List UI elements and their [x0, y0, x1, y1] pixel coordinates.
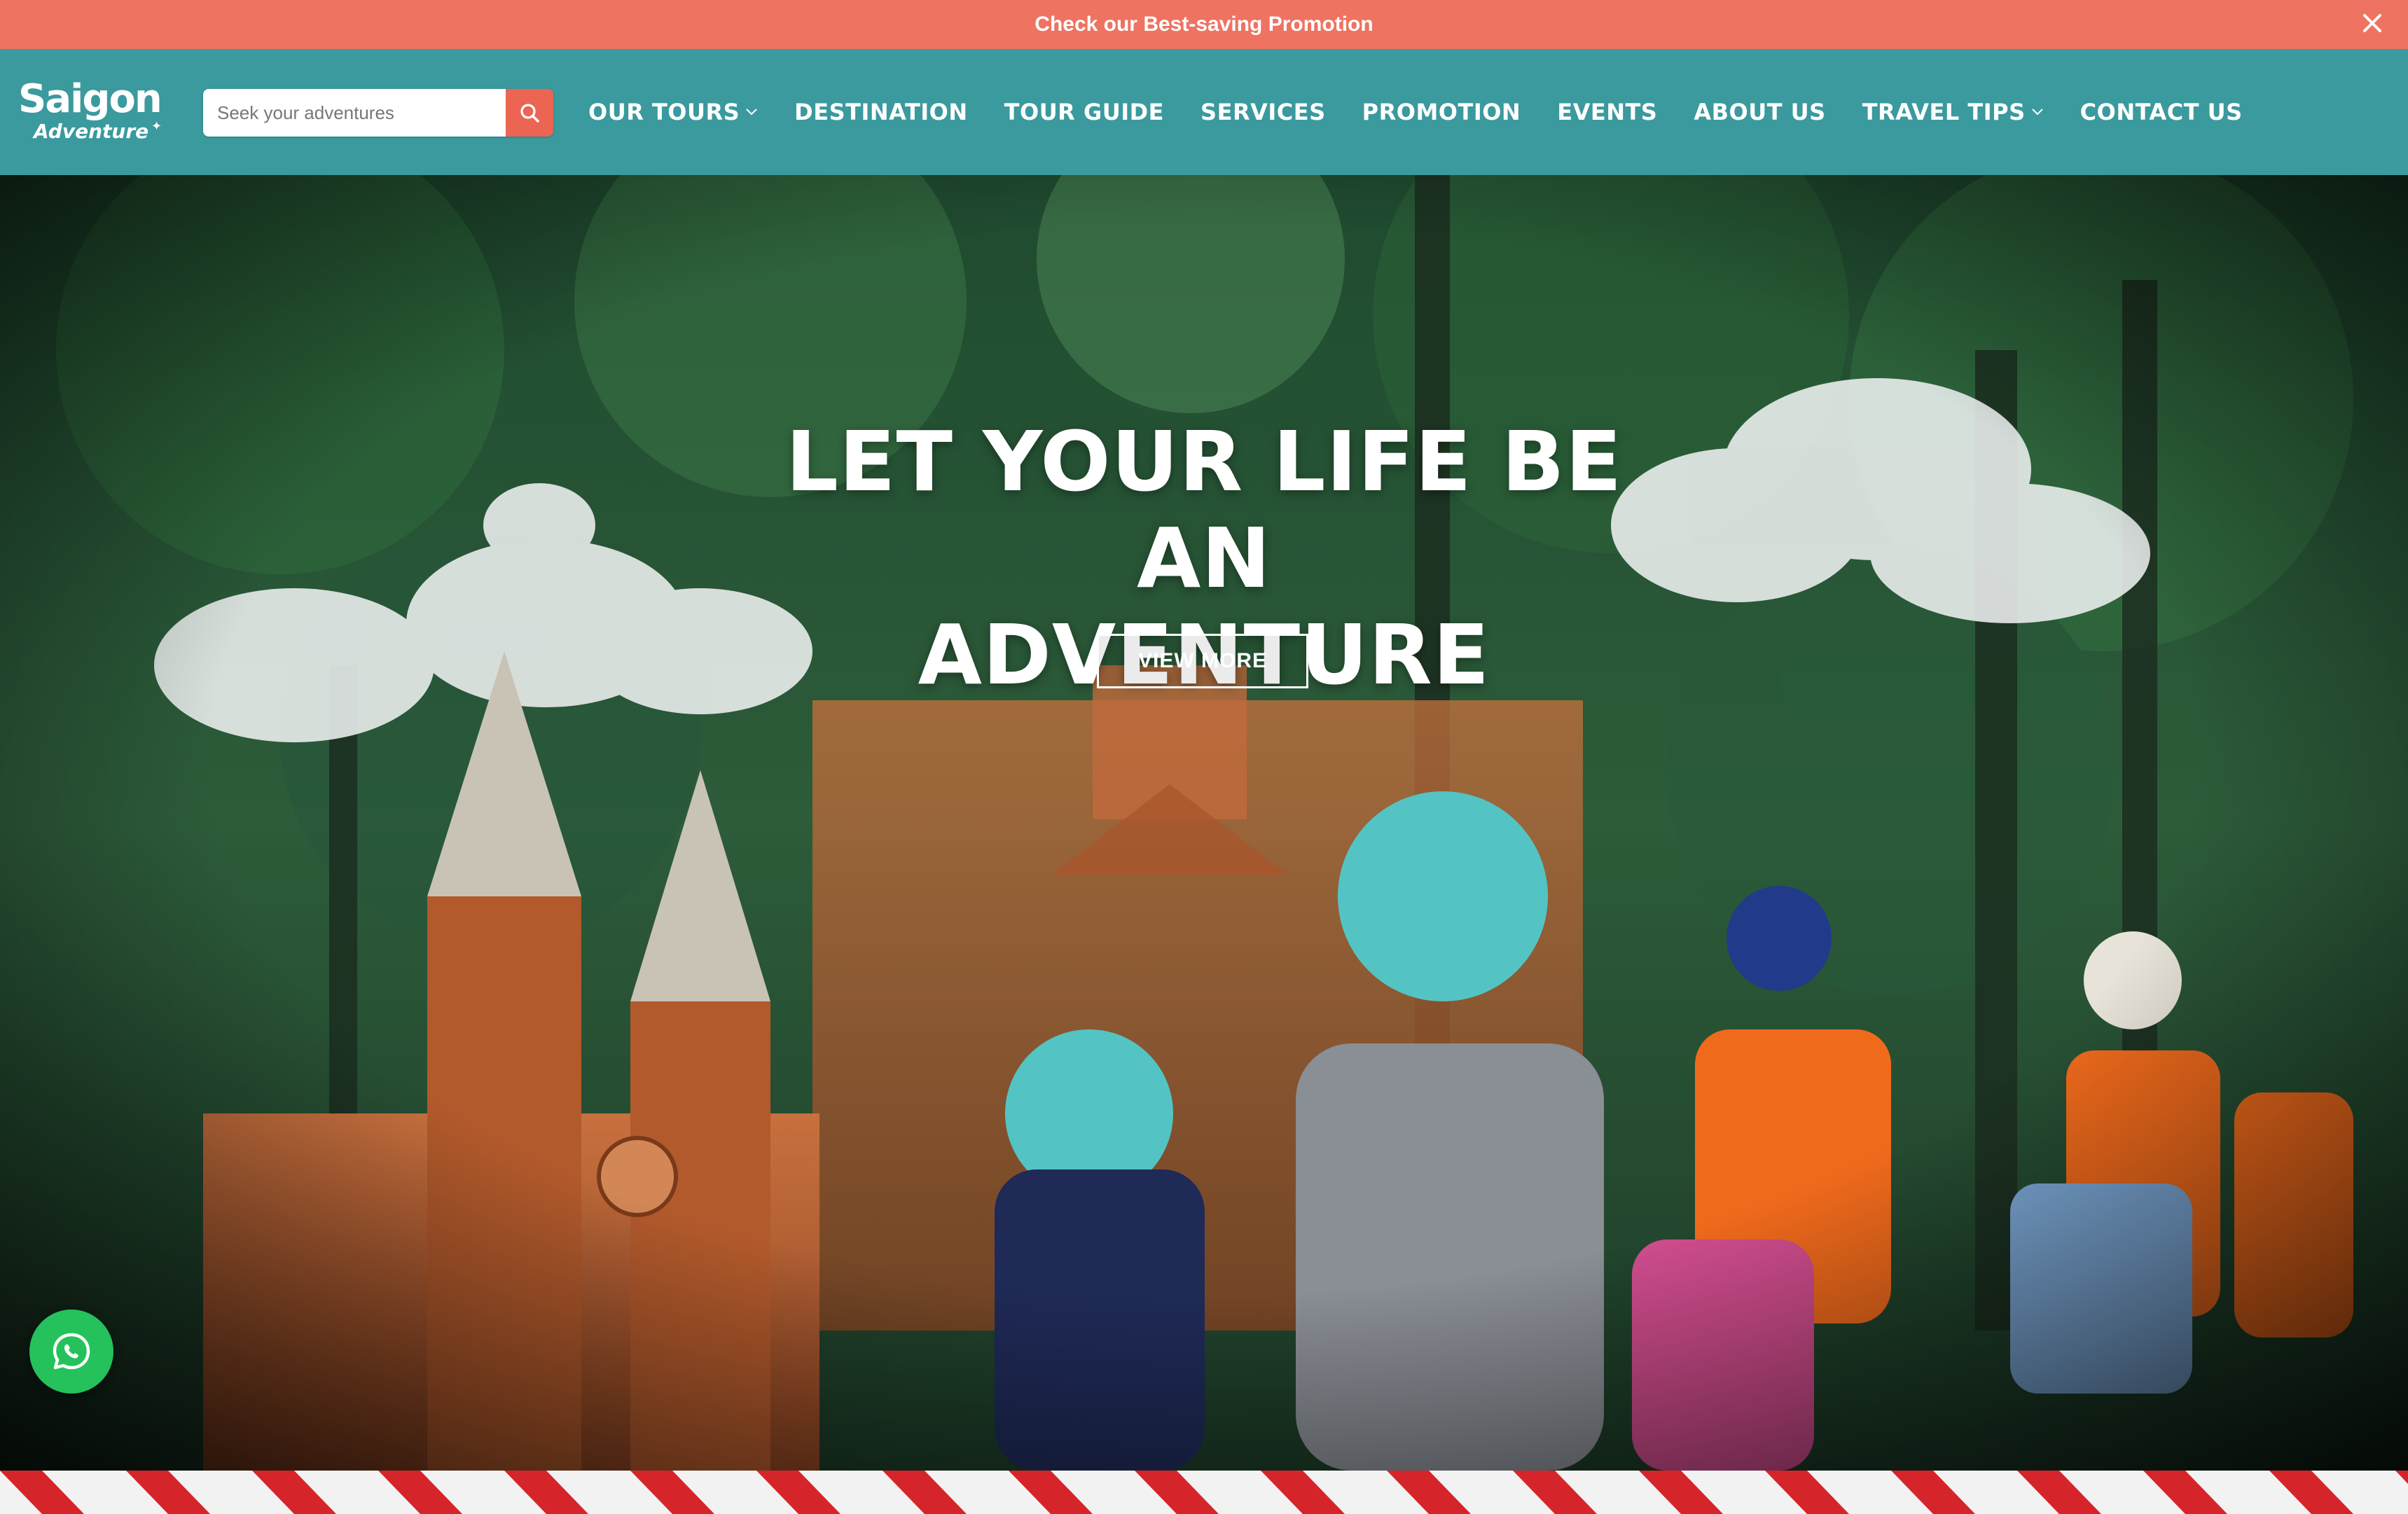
nav-contact-us[interactable]: CONTACT US — [2080, 99, 2243, 125]
logo-text-main: Saigon — [18, 76, 162, 122]
hero-banner: LET YOUR LIFE BE AN ADVENTURE VIEW MORE — [0, 175, 2408, 1471]
nav-label: SERVICES — [1200, 99, 1326, 125]
site-logo[interactable]: Saigon Adventure ✦ — [18, 78, 165, 148]
main-navbar: Saigon Adventure ✦ OUR TOURS DESTINATION… — [0, 49, 2408, 175]
close-icon[interactable] — [2356, 7, 2388, 39]
nav-label: PROMOTION — [1362, 99, 1521, 125]
hero-background-image — [0, 175, 2408, 1471]
nav-travel-tips[interactable]: TRAVEL TIPS — [1862, 99, 2044, 125]
nav-destination[interactable]: DESTINATION — [794, 99, 967, 125]
whatsapp-button[interactable] — [29, 1310, 113, 1394]
nav-about-us[interactable]: ABOUT US — [1694, 99, 1825, 125]
promo-link[interactable]: Check our Best-saving Promotion — [1035, 13, 1373, 36]
hazard-stripe — [0, 1471, 2408, 1514]
nav-label: TRAVEL TIPS — [1862, 99, 2026, 125]
nav-label: EVENTS — [1557, 99, 1658, 125]
search-form — [203, 89, 553, 137]
nav-promotion[interactable]: PROMOTION — [1362, 99, 1521, 125]
nav-services[interactable]: SERVICES — [1200, 99, 1326, 125]
promo-bar: Check our Best-saving Promotion — [0, 0, 2408, 49]
nav-label: CONTACT US — [2080, 99, 2243, 125]
nav-events[interactable]: EVENTS — [1557, 99, 1657, 125]
search-icon — [518, 102, 541, 124]
nav-label: DESTINATION — [794, 99, 968, 125]
search-button[interactable] — [506, 89, 553, 137]
logo-star-icon: ✦ — [151, 119, 162, 133]
nav-tour-guide[interactable]: TOUR GUIDE — [1004, 99, 1164, 125]
nav-our-tours[interactable]: OUR TOURS — [588, 99, 758, 125]
search-input[interactable] — [203, 89, 506, 137]
hero-title-line1: LET YOUR LIFE BE AN — [785, 413, 1623, 606]
nav-label: OUR TOURS — [588, 99, 740, 125]
main-nav: OUR TOURS DESTINATION TOUR GUIDE SERVICE… — [588, 49, 2279, 175]
view-more-button[interactable]: VIEW MORE — [1097, 634, 1308, 688]
logo-text-sub: Adventure — [34, 120, 149, 143]
nav-label: ABOUT US — [1694, 99, 1826, 125]
chevron-down-icon — [745, 108, 758, 116]
nav-label: TOUR GUIDE — [1004, 99, 1165, 125]
whatsapp-icon — [49, 1329, 94, 1374]
chevron-down-icon — [2031, 108, 2044, 116]
